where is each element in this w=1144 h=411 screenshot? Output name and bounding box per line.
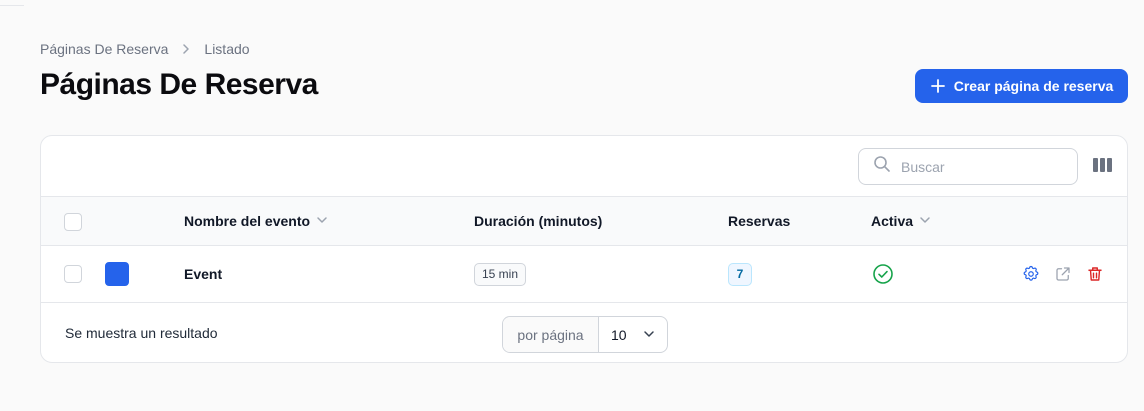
table-header: Nombre del evento Duración (minutos) Res… — [41, 197, 1127, 246]
trash-icon[interactable] — [1085, 264, 1105, 284]
table-footer: Se muestra un resultado por página 10 — [41, 303, 1127, 362]
column-header-duration: Duración (minutos) — [474, 213, 602, 229]
column-header-name[interactable]: Nombre del evento — [184, 213, 328, 229]
chevron-right-icon — [176, 41, 196, 57]
per-page-value: 10 — [611, 326, 627, 343]
search-input[interactable] — [901, 158, 1061, 175]
bookings-count-badge: 7 — [728, 263, 752, 286]
per-page-select[interactable]: 10 — [599, 317, 667, 352]
check-circle-icon — [872, 263, 894, 285]
search-box[interactable] — [858, 148, 1078, 185]
column-name-label: Nombre del evento — [184, 213, 311, 229]
column-duration-label: Duración (minutos) — [474, 213, 603, 229]
table-row: Event 15 min 7 — [41, 246, 1127, 303]
chevron-down-icon — [919, 213, 931, 229]
select-all-checkbox[interactable] — [64, 213, 82, 231]
duration-badge: 15 min — [474, 263, 527, 286]
column-bookings-label: Reservas — [728, 213, 791, 229]
columns-icon[interactable] — [1093, 158, 1113, 174]
chevron-down-icon — [316, 213, 328, 229]
column-header-bookings: Reservas — [728, 213, 790, 229]
breadcrumb: Páginas De Reserva Listado — [40, 41, 250, 57]
search-icon — [873, 155, 891, 178]
row-select-checkbox[interactable] — [64, 265, 82, 283]
per-page-label: por página — [503, 317, 599, 352]
per-page-selector[interactable]: por página 10 — [502, 316, 668, 353]
column-active-label: Activa — [871, 213, 914, 229]
page-title: Páginas De Reserva — [40, 68, 318, 101]
plus-icon — [930, 78, 946, 94]
event-name[interactable]: Event — [184, 266, 222, 282]
breadcrumb-parent[interactable]: Páginas De Reserva — [40, 41, 168, 57]
create-booking-page-button[interactable]: Crear página de reserva — [915, 69, 1128, 103]
result-count-text: Se muestra un resultado — [65, 325, 218, 341]
chevron-down-icon — [643, 327, 655, 343]
external-link-icon[interactable] — [1053, 264, 1073, 284]
gear-icon[interactable] — [1021, 264, 1041, 284]
column-header-active[interactable]: Activa — [871, 213, 931, 229]
create-button-label: Crear página de reserva — [953, 78, 1114, 94]
booking-pages-table-card: Nombre del evento Duración (minutos) Res… — [40, 135, 1128, 363]
table-toolbar — [41, 136, 1127, 197]
breadcrumb-current: Listado — [204, 41, 250, 57]
top-edge-divider — [0, 0, 24, 6]
event-color-swatch — [105, 262, 129, 286]
